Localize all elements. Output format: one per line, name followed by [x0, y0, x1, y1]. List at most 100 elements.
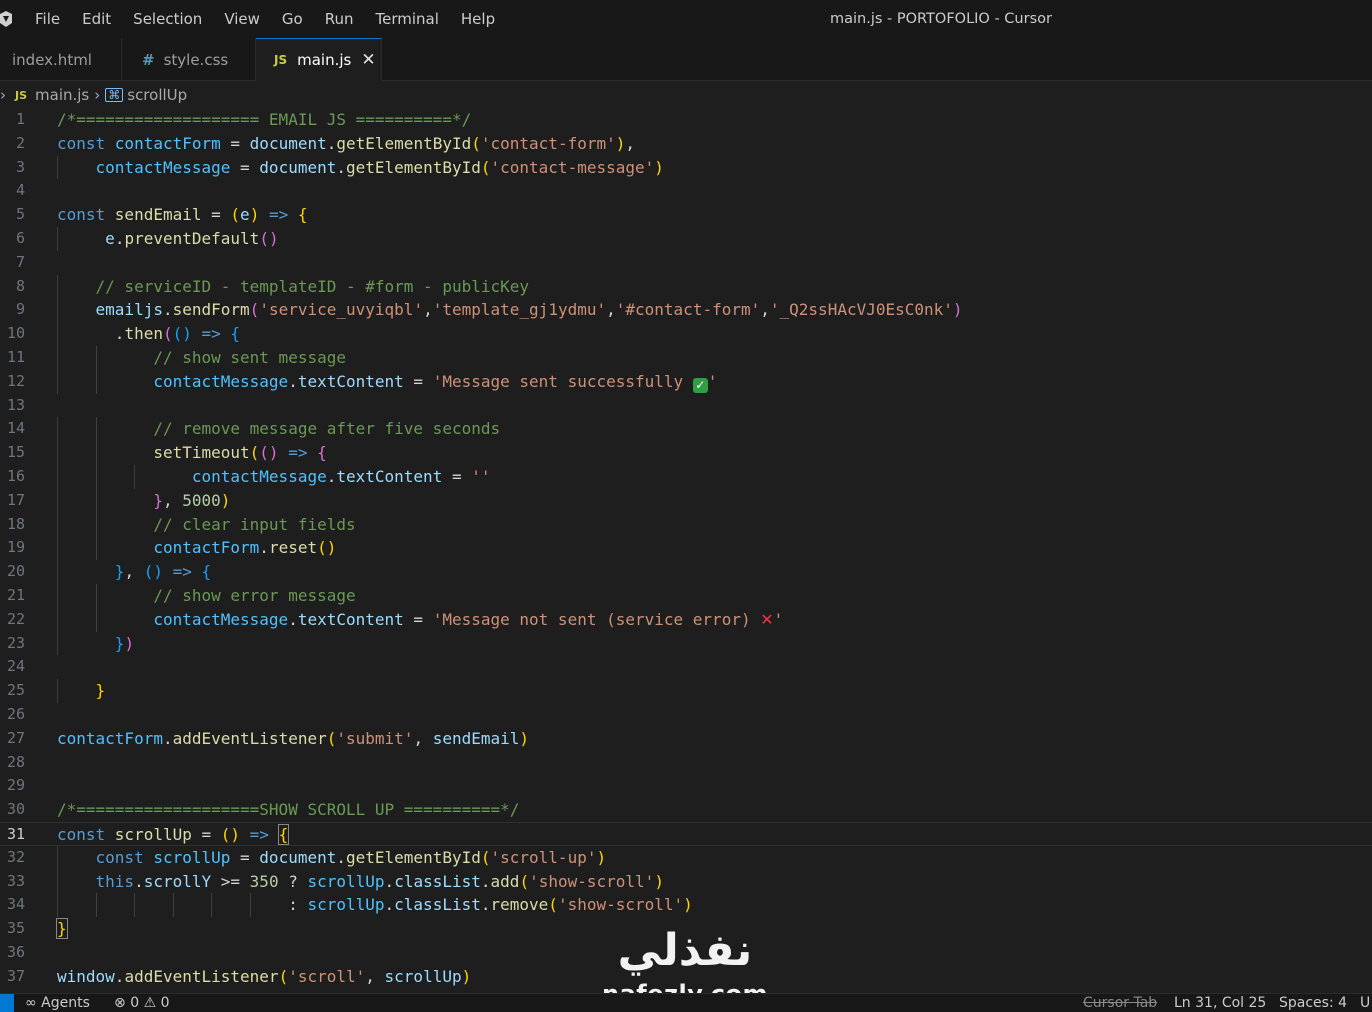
code-line[interactable]: 13 — [0, 394, 1372, 418]
code-line[interactable]: 26 — [0, 703, 1372, 727]
code-line[interactable]: 33 this.scrollY >= 350 ? scrollUp.classL… — [0, 869, 1372, 894]
code-line[interactable]: 4 — [0, 179, 1372, 203]
line-number: 12 — [6, 371, 25, 390]
code-token: 'submit' — [336, 728, 414, 748]
code-line[interactable]: 5 const sendEmail = (e) => { — [0, 203, 1372, 227]
problems-status[interactable]: ⊗ 0 ⚠ 0 — [114, 994, 170, 1012]
code-token: textContent — [297, 371, 404, 391]
code-line[interactable]: 1 /*=================== EMAIL JS ========… — [0, 108, 1372, 132]
code-line[interactable]: 6 e.preventDefault() — [0, 227, 1372, 251]
code-line[interactable]: 7 — [0, 251, 1372, 275]
line-number: 6 — [15, 229, 25, 247]
code-line[interactable]: 28 — [0, 751, 1372, 775]
cursor-app-icon[interactable] — [0, 11, 12, 27]
code-line[interactable]: 34 : scrollUp.classList.remove('show-scr… — [0, 893, 1372, 918]
code-line[interactable]: 23 }) — [0, 631, 1372, 656]
code-line[interactable]: 8 // serviceID - templateID - #form - pu… — [0, 274, 1372, 299]
code-token: . — [259, 538, 269, 558]
remote-indicator[interactable] — [0, 994, 14, 1012]
menu-help[interactable]: Help — [450, 0, 506, 38]
code-line[interactable]: 18 // clear input fields — [0, 512, 1372, 537]
code-token: , — [423, 300, 433, 320]
indentation-status[interactable]: Spaces: 4 — [1279, 994, 1347, 1012]
menu-view[interactable]: View — [213, 0, 271, 38]
tab-main-js[interactable]: JS main.js ✕ — [256, 38, 382, 81]
menu-edit[interactable]: Edit — [71, 0, 122, 38]
line-number: 26 — [6, 705, 25, 723]
code-token: () — [259, 443, 279, 463]
code-line[interactable]: 9 emailjs.sendForm('service_uvyiqbl','te… — [0, 298, 1372, 323]
code-line[interactable]: 2 const contactForm = document.getElement… — [0, 132, 1372, 156]
code-token: scrollUp — [153, 847, 231, 867]
code-text: } — [56, 917, 68, 941]
code-token: >= — [211, 871, 250, 891]
agents-status[interactable]: ∞ Agents — [25, 994, 90, 1012]
code-token: e — [105, 229, 115, 248]
code-line[interactable]: 25 } — [0, 679, 1372, 703]
code-line[interactable]: 31 const scrollUp = () => { — [0, 822, 1372, 846]
code-line[interactable]: 19 contactForm.reset() — [0, 536, 1372, 561]
code-token: const — [57, 205, 115, 225]
cross-mark-icon: ✕ — [760, 609, 774, 629]
code-editor[interactable]: 1 /*=================== EMAIL JS ========… — [0, 108, 1372, 993]
code-token: . — [480, 895, 491, 915]
code-line[interactable]: 27 contactForm.addEventListener('submit',… — [0, 727, 1372, 751]
line-number: 4 — [15, 181, 25, 200]
code-line[interactable]: 36 — [0, 941, 1372, 965]
code-line[interactable]: 30 /*===================SHOW SCROLL UP ==… — [0, 798, 1372, 822]
code-token: ) — [220, 490, 231, 510]
code-line[interactable]: 15 setTimeout(() => { — [0, 441, 1372, 465]
menu-run[interactable]: Run — [314, 0, 365, 38]
code-line[interactable]: 21 // show error message — [0, 584, 1372, 608]
code-line[interactable]: 14 // remove message after five seconds — [0, 417, 1372, 442]
code-line[interactable]: 10 .then(() => { — [0, 322, 1372, 346]
code-token: 'show-scroll' — [557, 895, 684, 915]
cursor-tab-status[interactable]: Cursor Tab — [1083, 994, 1157, 1012]
code-token: ) — [654, 157, 664, 177]
code-token: = — [230, 157, 260, 177]
cursor-position[interactable]: Ln 31, Col 25 — [1174, 994, 1266, 1012]
code-token: classList — [394, 895, 481, 915]
close-icon[interactable]: ✕ — [361, 50, 375, 70]
menu-selection[interactable]: Selection — [122, 0, 213, 38]
code-token: = — [230, 847, 260, 867]
tab-style-css[interactable]: # style.css — [122, 38, 256, 81]
code-token: contactForm — [57, 728, 163, 748]
tab-index-html[interactable]: index.html — [0, 38, 122, 81]
agents-label: Agents — [41, 995, 90, 1011]
code-line[interactable]: 29 — [0, 774, 1372, 798]
code-token: ) — [654, 871, 664, 891]
code-line[interactable]: 24 — [0, 655, 1372, 679]
code-line[interactable]: 22 contactMessage.textContent = 'Message… — [0, 607, 1372, 632]
code-line[interactable]: 3 contactMessage = document.getElementBy… — [0, 155, 1372, 180]
code-text: contactForm.reset() — [57, 536, 336, 560]
code-line[interactable]: 37 window.addEventListener('scroll', scro… — [0, 965, 1372, 989]
menu-terminal[interactable]: Terminal — [365, 0, 450, 38]
code-line[interactable]: 16 contactMessage.textContent = '' — [0, 465, 1372, 489]
code-token: contactMessage — [153, 371, 289, 391]
code-token: 'Message not sent (service error) — [432, 609, 761, 629]
code-token: () — [220, 825, 241, 844]
code-line[interactable]: 11 // show sent message — [0, 346, 1372, 370]
menu-file[interactable]: File — [24, 0, 71, 38]
code-token: sendEmail — [432, 728, 520, 748]
line-number: 20 — [6, 562, 25, 581]
code-line[interactable]: 20 }, () => { — [0, 560, 1372, 584]
code-token: scrollUp — [384, 966, 462, 986]
encoding-status[interactable]: U — [1360, 994, 1370, 1012]
code-text: contactMessage.textContent = 'Message no… — [57, 608, 783, 632]
code-line[interactable]: 32 const scrollUp = document.getElementB… — [0, 845, 1372, 870]
code-token: { — [201, 562, 212, 582]
code-line[interactable]: 12 contactMessage.textContent = 'Message… — [0, 369, 1372, 394]
menu-go[interactable]: Go — [271, 0, 314, 38]
line-number: 9 — [15, 300, 25, 319]
warning-count: 0 — [160, 995, 170, 1011]
breadcrumb-file[interactable]: main.js — [35, 86, 89, 104]
code-line[interactable]: 35} — [0, 917, 1372, 941]
breadcrumb-symbol[interactable]: scrollUp — [127, 86, 187, 104]
code-line[interactable]: 17 }, 5000) — [0, 488, 1372, 513]
code-token: ( — [548, 895, 558, 915]
